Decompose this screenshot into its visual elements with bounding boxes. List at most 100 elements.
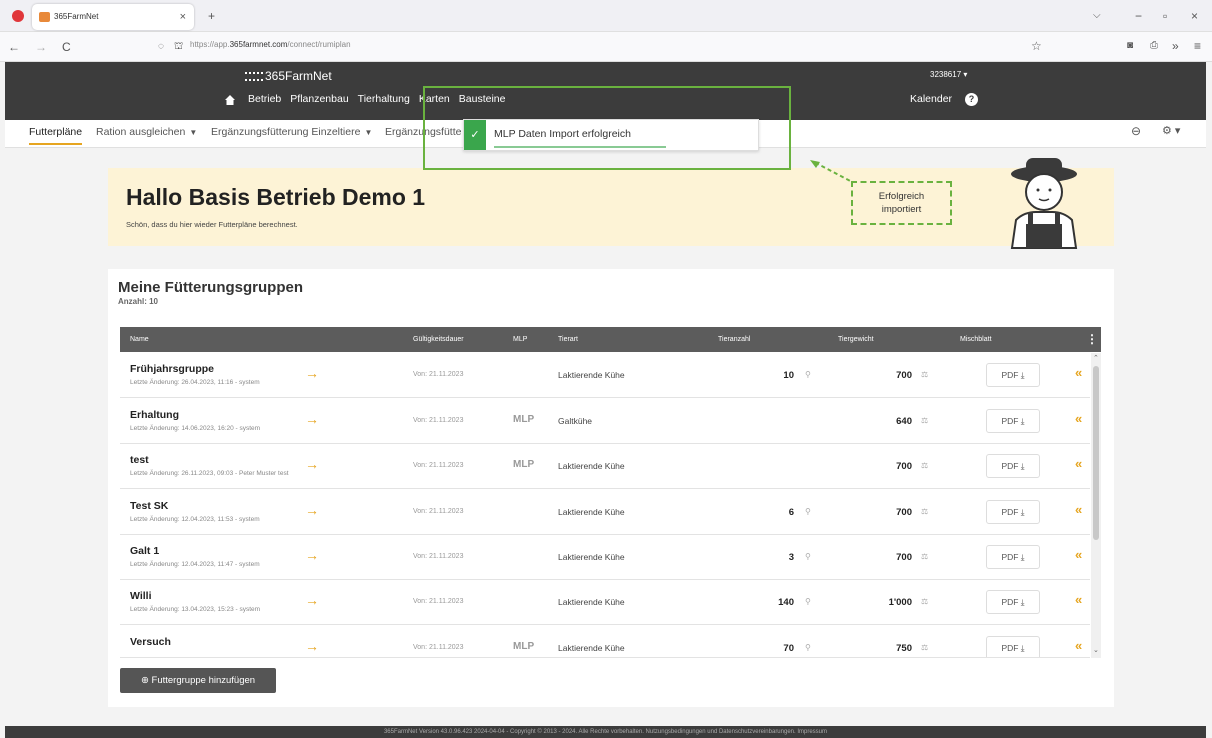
column-menu-icon[interactable]: ⋮	[1086, 332, 1098, 346]
arrow-right-icon[interactable]: →	[305, 411, 319, 427]
url-path: /connect/rumiplan	[287, 40, 351, 49]
pdf-button[interactable]: PDF ⤓	[986, 545, 1040, 569]
table-row[interactable]: Willi Letzte Änderung: 13.04.2023, 15:23 …	[120, 580, 1090, 625]
browser-tab[interactable]: 365FarmNet ×	[32, 4, 194, 30]
pdf-button[interactable]: PDF ⤓	[986, 363, 1040, 387]
collapse-icon[interactable]: «	[1075, 502, 1082, 517]
col-validity[interactable]: Gültigkeitsdauer	[413, 336, 464, 343]
group-count: Anzahl: 10	[118, 297, 159, 306]
group-name[interactable]: Frühjahrsgruppe	[130, 363, 214, 375]
pdf-button[interactable]: PDF ⤓	[986, 500, 1040, 524]
table-row[interactable]: Galt 1 Letzte Änderung: 12.04.2023, 11:47…	[120, 535, 1090, 580]
col-count[interactable]: Tieranzahl	[718, 336, 750, 343]
animal-weight: 1'000	[888, 597, 912, 608]
scroll-up-icon[interactable]: ⌃	[1093, 354, 1099, 362]
tab-close-icon[interactable]: ×	[180, 4, 186, 30]
table-row[interactable]: test Letzte Änderung: 26.11.2023, 09:03 -…	[120, 444, 1090, 489]
weight-icon: ⚖	[921, 416, 929, 425]
validity: Von: 21.11.2023	[413, 598, 464, 605]
bookmark-star-icon[interactable]: ☆	[1031, 39, 1042, 53]
group-name[interactable]: Galt 1	[130, 545, 159, 557]
menu-icon[interactable]: ≡	[1194, 39, 1201, 53]
weight-icon: ⚖	[921, 597, 929, 606]
col-weight[interactable]: Tiergewicht	[838, 336, 874, 343]
mlp-badge: MLP	[513, 459, 535, 470]
maximize-icon[interactable]: ▫	[1163, 9, 1167, 23]
gear-icon[interactable]: ⚙ ▾	[1162, 124, 1180, 137]
collapse-icon[interactable]: «	[1075, 547, 1082, 562]
col-sheet[interactable]: Mischblatt	[960, 336, 992, 343]
pocket-icon[interactable]: ◙	[1127, 39, 1133, 53]
arrow-right-icon[interactable]: →	[305, 638, 319, 654]
pdf-button[interactable]: PDF ⤓	[986, 636, 1040, 657]
tab-futterplaene[interactable]: Futterpläne	[29, 126, 83, 145]
col-species[interactable]: Tierart	[558, 336, 578, 343]
lock-icon: ⛫	[174, 41, 184, 52]
minimize-icon[interactable]: −	[1135, 9, 1142, 23]
home-icon[interactable]	[225, 95, 235, 105]
collapse-icon[interactable]: «	[1075, 638, 1082, 653]
reload-icon[interactable]: C	[62, 40, 71, 54]
tab-ration-ausgleichen[interactable]: Ration ausgleichen ▼	[96, 126, 197, 138]
url-field[interactable]: https://app.365farmnet.com/connect/rumip…	[190, 40, 351, 49]
tab-list-icon[interactable]: ⌵	[1093, 9, 1101, 23]
group-name[interactable]: Versuch	[130, 636, 171, 648]
nav-tierhaltung[interactable]: Tierhaltung	[358, 93, 410, 105]
last-changed: Letzte Änderung: 26.11.2023, 09:03 - Pet…	[130, 470, 289, 477]
favicon-icon	[39, 12, 50, 22]
extensions-icon[interactable]: ⎙	[1150, 39, 1158, 53]
validity: Von: 21.11.2023	[413, 644, 464, 651]
tab-einzeltiere[interactable]: Ergänzungsfütterung Einzeltiere ▼	[211, 126, 372, 138]
pdf-button[interactable]: PDF ⤓	[986, 409, 1040, 433]
collapse-icon[interactable]: «	[1075, 365, 1082, 380]
group-name[interactable]: test	[130, 454, 149, 466]
group-name[interactable]: Test SK	[130, 500, 168, 512]
user-id-menu[interactable]: 3238617 ▾	[930, 70, 967, 79]
scrollbar-thumb[interactable]	[1093, 366, 1099, 540]
table-row[interactable]: Test SK Letzte Änderung: 12.04.2023, 11:5…	[120, 490, 1090, 535]
forward-icon[interactable]: →	[35, 40, 47, 54]
scroll-down-icon[interactable]: ⌄	[1093, 646, 1099, 654]
new-tab-icon[interactable]: +	[208, 9, 215, 23]
arrow-right-icon[interactable]: →	[305, 365, 319, 381]
arrow-right-icon[interactable]: →	[305, 456, 319, 472]
col-name[interactable]: Name	[130, 336, 149, 343]
species: Galtkühe	[558, 416, 593, 426]
back-icon[interactable]: ←	[8, 40, 20, 54]
table-row[interactable]: Versuch → Von: 21.11.2023 MLP Laktierende Kü…	[120, 626, 1090, 658]
link-icon[interactable]: ⊖	[1131, 124, 1141, 138]
table-row[interactable]: Frühjahrsgruppe Letzte Änderung: 26.04.20…	[120, 353, 1090, 398]
col-mlp[interactable]: MLP	[513, 336, 527, 343]
calendar-link[interactable]: Kalender	[910, 93, 952, 105]
pdf-button[interactable]: PDF ⤓	[986, 454, 1040, 478]
table-row[interactable]: Erhaltung Letzte Änderung: 14.06.2023, 16…	[120, 399, 1090, 444]
add-feeding-group-button[interactable]: ⊕ Futtergruppe hinzufügen	[120, 668, 276, 693]
weight-icon: ⚖	[921, 370, 929, 379]
validity: Von: 21.11.2023	[413, 508, 464, 515]
collapse-icon[interactable]: «	[1075, 411, 1082, 426]
arrow-right-icon[interactable]: →	[305, 592, 319, 608]
species: Laktierende Kühe	[558, 643, 625, 653]
collapse-icon[interactable]: «	[1075, 456, 1082, 471]
nav-pflanzenbau[interactable]: Pflanzenbau	[290, 93, 348, 105]
group-name[interactable]: Willi	[130, 590, 152, 602]
collapse-icon[interactable]: «	[1075, 592, 1082, 607]
tab-ration-label: Ration ausgleichen	[96, 126, 186, 138]
help-icon[interactable]: ?	[965, 93, 978, 106]
window-close-icon[interactable]: ×	[1191, 9, 1198, 23]
last-changed: Letzte Änderung: 26.04.2023, 11:16 - sys…	[130, 379, 260, 386]
last-changed: Letzte Änderung: 13.04.2023, 15:23 - sys…	[130, 606, 261, 613]
arrow-right-icon[interactable]: →	[305, 502, 319, 518]
farmer-mascot-icon	[1010, 158, 1078, 249]
app-logo[interactable]: 365FarmNet	[245, 69, 332, 83]
greeting-subtitle: Schön, dass du hier wieder Futterpläne b…	[126, 220, 298, 229]
animal-count: 10	[783, 370, 794, 381]
arrow-right-icon[interactable]: →	[305, 547, 319, 563]
logo-text: 365FarmNet	[265, 69, 332, 83]
nav-betrieb[interactable]: Betrieb	[248, 93, 281, 105]
count-icon: ⚲	[805, 507, 811, 516]
overflow-icon[interactable]: »	[1172, 39, 1179, 53]
group-name[interactable]: Erhaltung	[130, 409, 179, 421]
mlp-badge: MLP	[513, 641, 535, 652]
pdf-button[interactable]: PDF ⤓	[986, 590, 1040, 614]
